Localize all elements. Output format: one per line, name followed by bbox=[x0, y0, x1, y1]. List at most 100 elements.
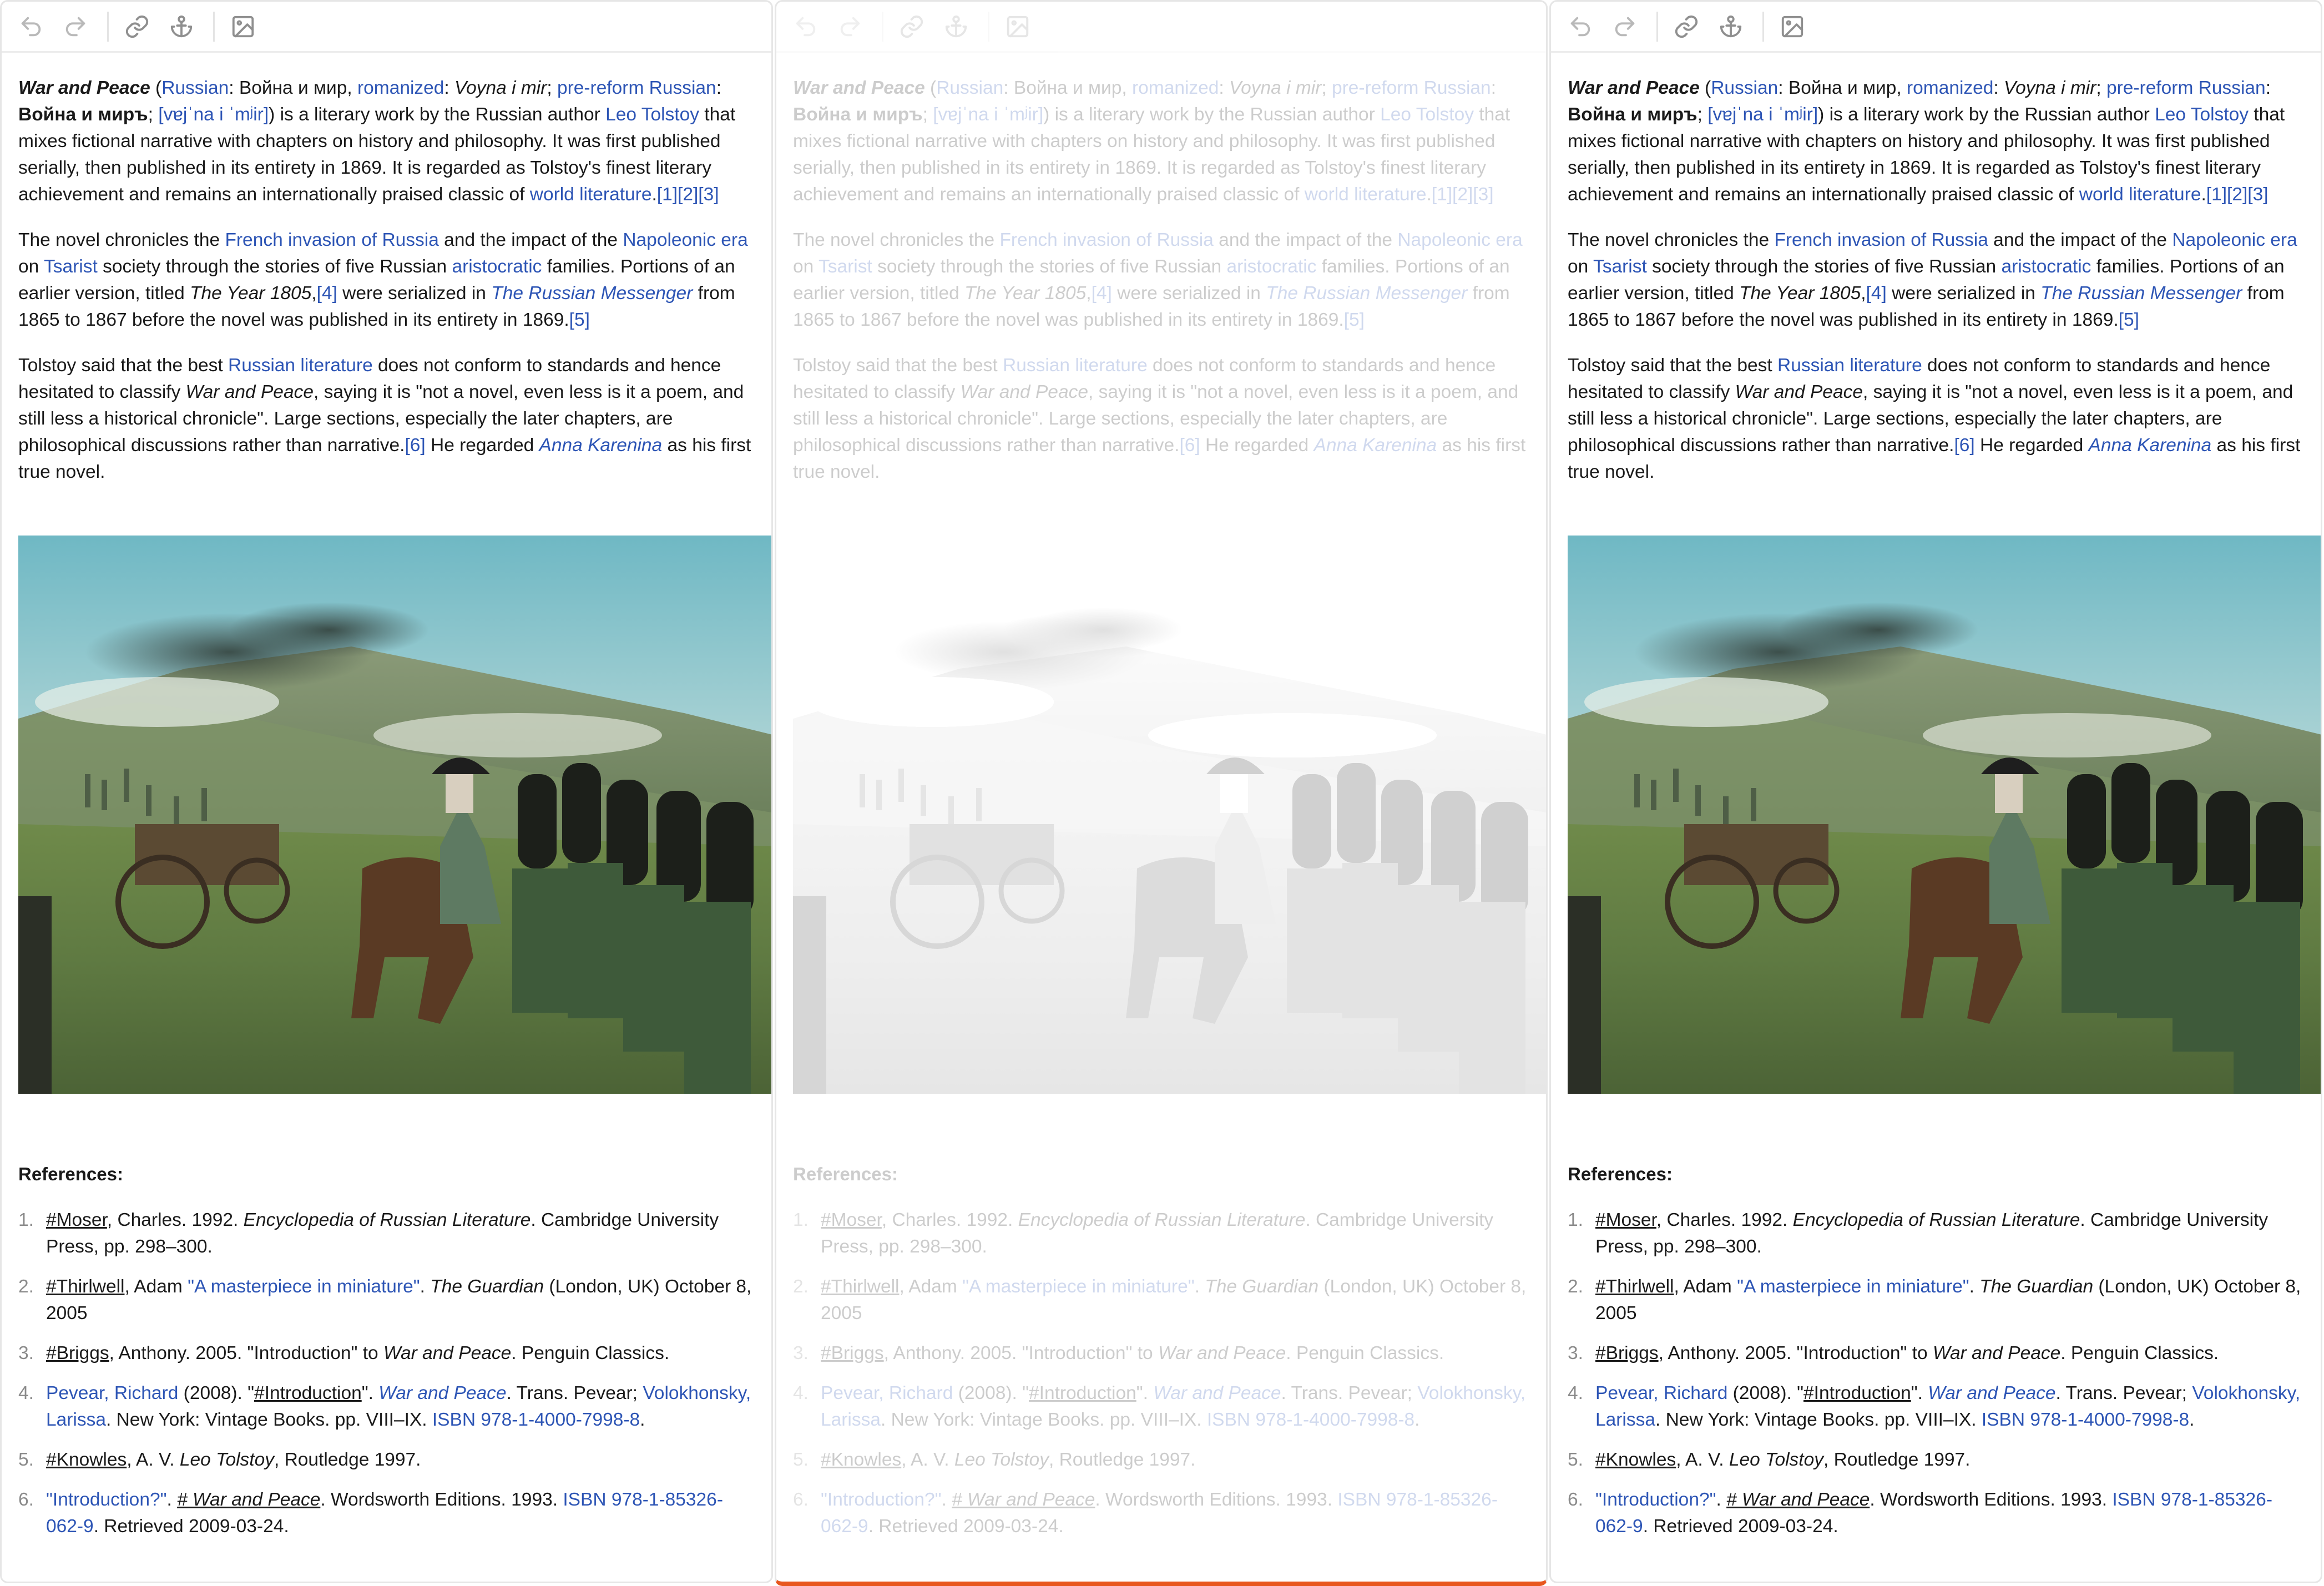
undo-button[interactable] bbox=[14, 9, 48, 44]
citation-link[interactable]: [5] bbox=[2119, 310, 2139, 330]
link-napoleonic-era[interactable]: Napoleonic era bbox=[623, 230, 747, 250]
link-tsarist[interactable]: Tsarist bbox=[44, 256, 98, 277]
link-anna-karenina[interactable]: Anna Karenina bbox=[1314, 435, 1437, 456]
image-button[interactable] bbox=[226, 9, 260, 44]
reference-anchor[interactable]: #Introduction bbox=[1029, 1383, 1136, 1403]
editor-content[interactable]: War and Peace (Russian: Война и мир, rom… bbox=[2, 53, 771, 1540]
editor-content[interactable]: War and Peace (Russian: Война и мир, rom… bbox=[776, 53, 1546, 1540]
citation-link[interactable]: [4] bbox=[1866, 283, 1887, 304]
link-french-invasion[interactable]: French invasion of Russia bbox=[999, 230, 1213, 250]
link-romanized[interactable]: romanized bbox=[1907, 78, 1993, 98]
image-button[interactable] bbox=[1001, 9, 1035, 44]
link-russian[interactable]: Russian bbox=[161, 78, 229, 98]
reference-anchor[interactable]: #Briggs bbox=[821, 1343, 884, 1363]
link-french-invasion[interactable]: French invasion of Russia bbox=[1774, 230, 1988, 250]
reference-link[interactable]: "Introduction?" bbox=[1595, 1489, 1716, 1510]
anchor-button[interactable] bbox=[164, 9, 199, 44]
link-napoleonic-era[interactable]: Napoleonic era bbox=[1397, 230, 1522, 250]
link-aristocratic[interactable]: aristocratic bbox=[1226, 256, 1316, 277]
reference-link[interactable]: War and Peace bbox=[1928, 1383, 2055, 1403]
reference-link[interactable]: "A masterpiece in miniature" bbox=[1737, 1276, 1969, 1297]
citation-link[interactable]: [4] bbox=[1092, 283, 1112, 304]
undo-button[interactable] bbox=[789, 9, 823, 44]
link-button[interactable] bbox=[895, 9, 929, 44]
citation-link[interactable]: [1][2][3] bbox=[657, 184, 719, 205]
war-and-peace-film-still-image[interactable] bbox=[1568, 536, 2321, 1094]
citation-link[interactable]: [1][2][3] bbox=[2206, 184, 2269, 205]
isbn-link[interactable]: ISBN 978-1-4000-7998-8 bbox=[432, 1410, 640, 1430]
editor-content[interactable]: War and Peace (Russian: Война и мир, rom… bbox=[1551, 53, 2321, 1540]
reference-anchor[interactable]: #Knowles bbox=[1595, 1449, 1676, 1470]
link-ipa[interactable]: [vɐjˈna i ˈmʲir] bbox=[933, 104, 1043, 125]
citation-link[interactable]: [6] bbox=[1954, 435, 1974, 456]
citation-link[interactable]: [1][2][3] bbox=[1432, 184, 1494, 205]
reference-anchor[interactable]: #Introduction bbox=[1803, 1383, 1911, 1403]
link-leo-tolstoy[interactable]: Leo Tolstoy bbox=[2155, 104, 2249, 125]
citation-link[interactable]: [5] bbox=[569, 310, 590, 330]
link-button[interactable] bbox=[120, 9, 154, 44]
reference-anchor[interactable]: # War and Peace bbox=[1726, 1489, 1870, 1510]
anchor-button[interactable] bbox=[939, 9, 973, 44]
link-anna-karenina[interactable]: Anna Karenina bbox=[2089, 435, 2212, 456]
reference-anchor[interactable]: #Thirlwell bbox=[1595, 1276, 1674, 1297]
link-tsarist[interactable]: Tsarist bbox=[819, 256, 872, 277]
reference-link[interactable]: "A masterpiece in miniature" bbox=[188, 1276, 420, 1297]
anchor-button[interactable] bbox=[1714, 9, 1748, 44]
link-russian-literature[interactable]: Russian literature bbox=[1003, 355, 1148, 376]
reference-link[interactable]: Pevear, Richard bbox=[1595, 1383, 1727, 1403]
reference-anchor[interactable]: #Briggs bbox=[1595, 1343, 1659, 1363]
link-leo-tolstoy[interactable]: Leo Tolstoy bbox=[1380, 104, 1474, 125]
isbn-link[interactable]: ISBN 978-1-4000-7998-8 bbox=[1207, 1410, 1414, 1430]
citation-link[interactable]: [4] bbox=[317, 283, 337, 304]
link-tsarist[interactable]: Tsarist bbox=[1593, 256, 1647, 277]
link-russian-messenger[interactable]: The Russian Messenger bbox=[2040, 283, 2242, 304]
war-and-peace-film-still-image[interactable] bbox=[18, 536, 771, 1094]
isbn-link[interactable]: ISBN 978-1-4000-7998-8 bbox=[1982, 1410, 2189, 1430]
link-button[interactable] bbox=[1669, 9, 1704, 44]
citation-link[interactable]: [5] bbox=[1344, 310, 1365, 330]
reference-link[interactable]: Pevear, Richard bbox=[46, 1383, 178, 1403]
link-pre-reform-russian[interactable]: pre-reform Russian bbox=[1332, 78, 1491, 98]
link-russian[interactable]: Russian bbox=[936, 78, 1003, 98]
reference-anchor[interactable]: #Introduction bbox=[254, 1383, 362, 1403]
reference-anchor[interactable]: #Moser bbox=[46, 1210, 107, 1230]
reference-anchor[interactable]: #Thirlwell bbox=[46, 1276, 124, 1297]
link-russian[interactable]: Russian bbox=[1711, 78, 1778, 98]
link-leo-tolstoy[interactable]: Leo Tolstoy bbox=[605, 104, 699, 125]
redo-button[interactable] bbox=[833, 9, 867, 44]
link-french-invasion[interactable]: French invasion of Russia bbox=[225, 230, 438, 250]
undo-button[interactable] bbox=[1563, 9, 1598, 44]
link-aristocratic[interactable]: aristocratic bbox=[452, 256, 542, 277]
link-russian-literature[interactable]: Russian literature bbox=[1777, 355, 1922, 376]
link-russian-literature[interactable]: Russian literature bbox=[228, 355, 373, 376]
citation-link[interactable]: [6] bbox=[405, 435, 425, 456]
reference-anchor[interactable]: #Knowles bbox=[821, 1449, 901, 1470]
link-romanized[interactable]: romanized bbox=[1132, 78, 1219, 98]
reference-anchor[interactable]: #Briggs bbox=[46, 1343, 109, 1363]
link-napoleonic-era[interactable]: Napoleonic era bbox=[2172, 230, 2297, 250]
link-romanized[interactable]: romanized bbox=[357, 78, 444, 98]
link-world-literature[interactable]: world literature bbox=[2079, 184, 2201, 205]
reference-anchor[interactable]: #Knowles bbox=[46, 1449, 127, 1470]
link-russian-messenger[interactable]: The Russian Messenger bbox=[1266, 283, 1467, 304]
link-ipa[interactable]: [vɐjˈna i ˈmʲir] bbox=[1707, 104, 1818, 125]
link-world-literature[interactable]: world literature bbox=[530, 184, 652, 205]
redo-button[interactable] bbox=[58, 9, 93, 44]
link-russian-messenger[interactable]: The Russian Messenger bbox=[491, 283, 693, 304]
reference-anchor[interactable]: #Moser bbox=[1595, 1210, 1656, 1230]
reference-anchor[interactable]: #Thirlwell bbox=[821, 1276, 899, 1297]
link-pre-reform-russian[interactable]: pre-reform Russian bbox=[557, 78, 716, 98]
link-anna-karenina[interactable]: Anna Karenina bbox=[539, 435, 663, 456]
reference-link[interactable]: War and Peace bbox=[378, 1383, 506, 1403]
reference-link[interactable]: "A masterpiece in miniature" bbox=[962, 1276, 1195, 1297]
citation-link[interactable]: [6] bbox=[1179, 435, 1200, 456]
reference-link[interactable]: War and Peace bbox=[1153, 1383, 1281, 1403]
redo-button[interactable] bbox=[1608, 9, 1642, 44]
reference-link[interactable]: "Introduction?" bbox=[46, 1489, 166, 1510]
link-world-literature[interactable]: world literature bbox=[1305, 184, 1427, 205]
reference-anchor[interactable]: # War and Peace bbox=[952, 1489, 1095, 1510]
reference-link[interactable]: Pevear, Richard bbox=[821, 1383, 953, 1403]
link-aristocratic[interactable]: aristocratic bbox=[2001, 256, 2091, 277]
reference-anchor[interactable]: # War and Peace bbox=[177, 1489, 320, 1510]
reference-anchor[interactable]: #Moser bbox=[821, 1210, 882, 1230]
